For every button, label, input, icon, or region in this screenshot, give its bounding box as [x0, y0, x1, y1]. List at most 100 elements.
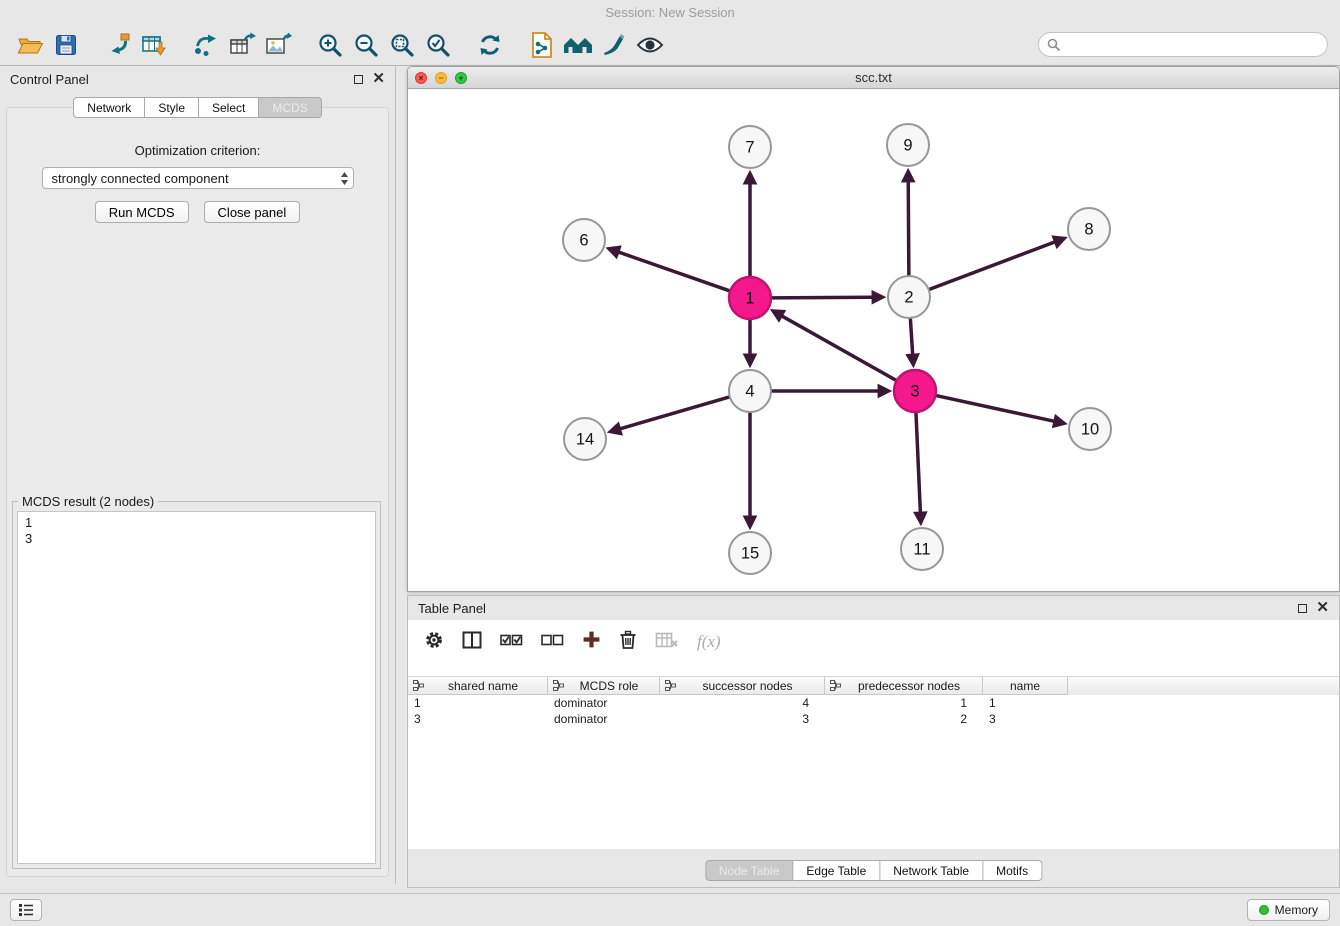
float-table-panel-icon[interactable] — [1298, 604, 1307, 613]
network-edge[interactable] — [619, 252, 730, 291]
apply-layout-icon[interactable] — [472, 28, 508, 62]
network-file-icon[interactable] — [524, 28, 560, 62]
network-edge[interactable] — [771, 297, 872, 298]
table-cell: 3 — [408, 712, 548, 726]
node-table-header: shared name MCDS role — [408, 676, 1339, 695]
network-node[interactable]: 8 — [1068, 208, 1110, 250]
tab-select[interactable]: Select — [199, 97, 259, 118]
window-titlebar: Session: New Session — [0, 0, 1340, 24]
memory-button[interactable]: Memory — [1247, 899, 1330, 921]
column-header-mcds-role[interactable]: MCDS role — [548, 677, 660, 695]
column-header-name[interactable]: name — [983, 677, 1068, 695]
network-node-label: 3 — [910, 383, 919, 401]
network-edges-layer — [619, 182, 1054, 516]
delete-column-icon[interactable] — [619, 630, 637, 655]
float-panel-icon[interactable] — [354, 75, 363, 84]
network-edge[interactable] — [910, 318, 912, 354]
zoom-window-icon[interactable]: + — [455, 72, 467, 84]
network-window-titlebar[interactable]: scc.txt × − + — [408, 67, 1339, 89]
table-row[interactable]: 3dominator323 — [408, 711, 1339, 727]
minimize-window-icon[interactable]: − — [435, 72, 447, 84]
network-edge[interactable] — [936, 395, 1054, 421]
run-mcds-button[interactable]: Run MCDS — [95, 201, 189, 223]
eye-icon[interactable] — [632, 28, 668, 62]
main-toolbar — [0, 24, 1340, 66]
list-icon — [18, 903, 34, 917]
network-node-label: 10 — [1081, 421, 1099, 439]
close-table-panel-icon[interactable]: ✕ — [1316, 603, 1329, 613]
import-network-icon[interactable] — [100, 28, 136, 62]
tab-network[interactable]: Network — [73, 97, 145, 118]
table-area: f(x) shared name — [408, 620, 1339, 849]
tab-node-table[interactable]: Node Table — [705, 860, 794, 881]
zoom-fit-icon[interactable] — [384, 28, 420, 62]
network-edge[interactable] — [908, 182, 909, 276]
table-cell: dominator — [548, 696, 660, 710]
gear-icon[interactable] — [424, 630, 444, 655]
tab-edge-table[interactable]: Edge Table — [793, 860, 880, 881]
table-cell: 1 — [983, 696, 1068, 710]
network-node-label: 1 — [745, 290, 754, 308]
close-panel-button[interactable]: Close panel — [204, 201, 301, 223]
home-icon[interactable] — [560, 28, 596, 62]
network-node-label: 8 — [1084, 221, 1093, 239]
network-node-label: 4 — [745, 383, 754, 401]
network-node[interactable]: 4 — [729, 370, 771, 412]
memory-status-icon — [1259, 905, 1269, 915]
network-node[interactable]: 10 — [1069, 408, 1111, 450]
zoom-out-icon[interactable] — [348, 28, 384, 62]
mcds-result-list[interactable]: 1 3 — [17, 511, 376, 864]
control-panel: Control Panel ✕ Network Style Select MCD… — [0, 66, 396, 884]
function-builder-icon[interactable]: f(x) — [697, 632, 721, 652]
select-all-icon[interactable] — [500, 633, 523, 652]
table-panel-header: Table Panel ✕ — [408, 596, 1339, 620]
delete-table-icon[interactable] — [655, 631, 679, 654]
style-brush-icon[interactable] — [596, 28, 632, 62]
table-cell: dominator — [548, 712, 660, 726]
column-header-successor-nodes[interactable]: successor nodes — [660, 677, 825, 695]
tab-mcds[interactable]: MCDS — [259, 97, 321, 118]
search-icon — [1047, 38, 1061, 57]
network-edge[interactable] — [929, 242, 1055, 290]
close-panel-icon[interactable]: ✕ — [372, 74, 385, 84]
open-session-icon[interactable] — [12, 28, 48, 62]
network-canvas[interactable]: 7 9 6 8 1 2 4 3 14 10 15 11 — [408, 89, 1339, 591]
export-image-icon[interactable] — [260, 28, 296, 62]
network-node[interactable]: 11 — [901, 528, 943, 570]
network-node[interactable]: 9 — [887, 124, 929, 166]
table-cell: 1 — [408, 696, 548, 710]
network-edge[interactable] — [621, 397, 730, 429]
network-graph[interactable]: 7 9 6 8 1 2 4 3 14 10 15 11 — [408, 89, 1339, 591]
network-node-label: 9 — [903, 137, 912, 155]
deselect-all-icon[interactable] — [541, 633, 564, 652]
network-edge[interactable] — [916, 412, 920, 512]
sort-column-icon — [665, 680, 676, 691]
column-header-predecessor-nodes[interactable]: predecessor nodes — [825, 677, 983, 695]
table-row[interactable]: 1dominator411 — [408, 695, 1339, 711]
search-input[interactable] — [1038, 32, 1328, 57]
network-view-window: scc.txt × − + 7 9 6 8 1 2 4 3 14 10 15 11 — [407, 66, 1340, 592]
add-column-icon[interactable] — [582, 630, 601, 654]
task-history-button[interactable] — [10, 899, 42, 921]
network-node[interactable]: 3 — [894, 370, 936, 412]
network-node[interactable]: 2 — [888, 276, 930, 318]
zoom-in-icon[interactable] — [312, 28, 348, 62]
column-header-shared-name[interactable]: shared name — [408, 677, 548, 695]
network-node[interactable]: 1 — [729, 277, 771, 319]
import-table-icon[interactable] — [136, 28, 172, 62]
zoom-selected-icon[interactable] — [420, 28, 456, 62]
network-node[interactable]: 6 — [563, 219, 605, 261]
new-table-icon[interactable] — [224, 28, 260, 62]
close-window-icon[interactable]: × — [415, 72, 427, 84]
network-node[interactable]: 7 — [729, 126, 771, 168]
tab-motifs[interactable]: Motifs — [983, 860, 1042, 881]
network-node[interactable]: 15 — [729, 532, 771, 574]
new-network-icon[interactable] — [188, 28, 224, 62]
save-session-icon[interactable] — [48, 28, 84, 62]
criterion-dropdown[interactable]: strongly connected component — [42, 167, 354, 189]
tab-style[interactable]: Style — [145, 97, 199, 118]
network-edge[interactable] — [782, 316, 896, 381]
tab-network-table[interactable]: Network Table — [880, 860, 983, 881]
columns-icon[interactable] — [462, 631, 482, 654]
network-node[interactable]: 14 — [564, 418, 606, 460]
